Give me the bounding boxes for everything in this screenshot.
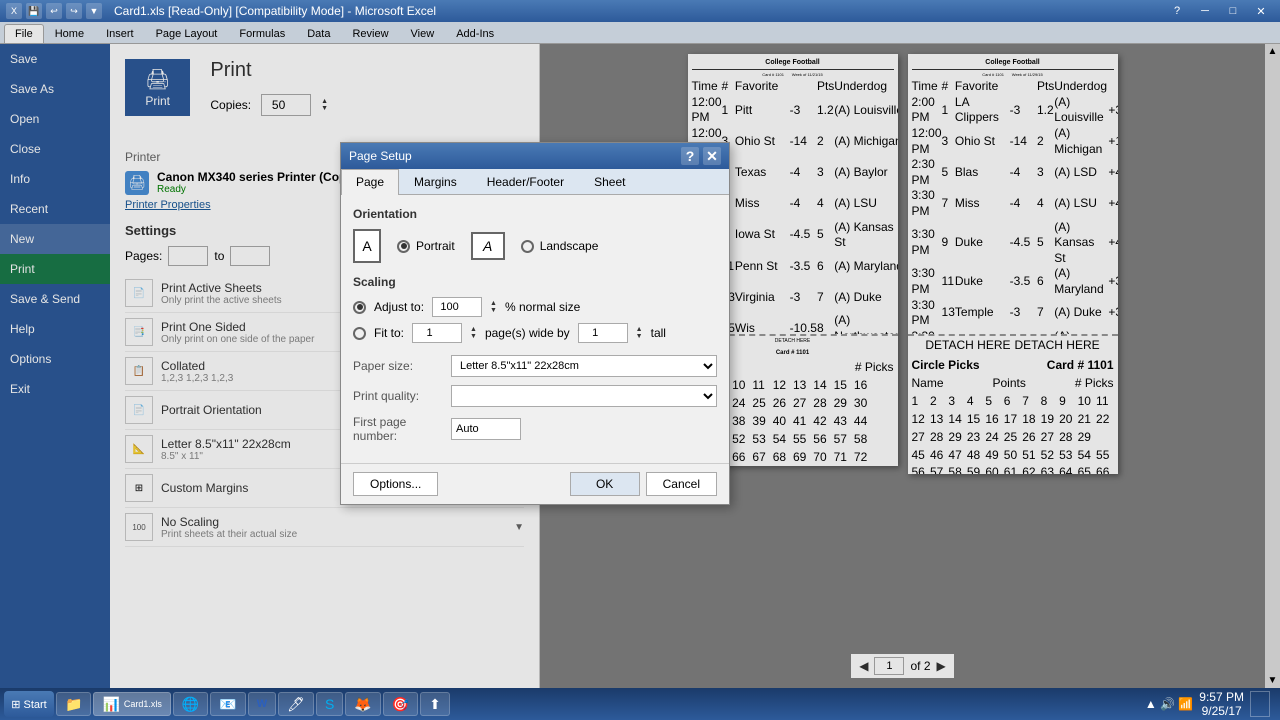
taskbar-app-skype[interactable]: S — [316, 692, 343, 716]
landscape-icon: A — [471, 232, 505, 260]
dialog-tab-page[interactable]: Page — [341, 169, 399, 195]
taskbar-app-word[interactable]: W — [248, 692, 276, 716]
fit-pages-input[interactable] — [412, 323, 462, 343]
fit-to-option: Fit to: ▲▼ page(s) wide by ▲▼ tall — [353, 323, 717, 343]
dialog-tabs: Page Margins Header/Footer Sheet — [341, 169, 729, 195]
taskbar-app-explorer[interactable]: 📁 — [56, 692, 91, 716]
dialog-overlay: Page Setup ? ✕ Page Margins Header/Foote… — [0, 22, 1280, 688]
fit-tall-input[interactable] — [578, 323, 628, 343]
start-button[interactable]: ⊞ Start — [4, 691, 54, 717]
adjust-to-radio[interactable] — [353, 301, 366, 314]
taskbar-app-powerpoint[interactable]: 🖊 — [278, 692, 314, 716]
paper-size-row: Paper size: Letter 8.5"x11" 22x28cm — [353, 355, 717, 377]
close-btn[interactable]: ✕ — [1248, 2, 1274, 20]
taskbar-app-outlook[interactable]: 📧 — [210, 692, 245, 716]
fit-tall-label: tall — [651, 326, 666, 340]
adjust-to-label: Adjust to: — [374, 300, 424, 314]
first-page-input[interactable] — [451, 418, 521, 440]
paper-size-select[interactable]: Letter 8.5"x11" 22x28cm — [451, 355, 717, 377]
titlebar: X 💾 ↩ ↪ ▼ Card1.xls [Read-Only] [Compati… — [0, 0, 1280, 22]
fit-pages-label: page(s) wide by — [485, 326, 570, 340]
print-quality-label: Print quality: — [353, 389, 443, 403]
orientation-title: Orientation — [353, 207, 717, 221]
orientation-row: A Portrait A Landscape — [353, 229, 717, 263]
show-desktop-btn[interactable] — [1250, 691, 1270, 717]
taskbar-right: ▲ 🔊 📶 9:57 PM 9/25/17 — [1145, 690, 1276, 718]
save-quick-icon[interactable]: 💾 — [26, 3, 42, 19]
fit-pages-spinner[interactable]: ▲▼ — [470, 326, 477, 340]
options-button[interactable]: Options... — [353, 472, 438, 496]
date-display: 9/25/17 — [1202, 704, 1242, 718]
paper-size-field-label: Paper size: — [353, 359, 443, 373]
taskbar-app-filezilla[interactable]: ⬆ — [420, 692, 450, 716]
portrait-radio[interactable] — [397, 240, 410, 253]
help-icon[interactable]: ? — [1164, 2, 1190, 20]
portrait-label: Portrait — [416, 239, 455, 253]
dialog-close-btn[interactable]: ✕ — [703, 147, 721, 165]
cancel-button[interactable]: Cancel — [646, 472, 717, 496]
system-tray: ▲ 🔊 📶 — [1145, 697, 1193, 711]
excel-icon: X — [6, 3, 22, 19]
dialog-footer: Options... OK Cancel — [341, 463, 729, 504]
maximize-btn[interactable]: □ — [1220, 2, 1246, 20]
dialog-help-btn[interactable]: ? — [681, 147, 699, 165]
dialog-tab-sheet[interactable]: Sheet — [579, 169, 640, 194]
print-quality-row: Print quality: — [353, 385, 717, 407]
fit-tall-spinner[interactable]: ▲▼ — [636, 326, 643, 340]
ok-button[interactable]: OK — [570, 472, 640, 496]
titlebar-left: X 💾 ↩ ↪ ▼ Card1.xls [Read-Only] [Compati… — [6, 3, 436, 19]
normal-size-label: % normal size — [505, 300, 580, 314]
more-icon[interactable]: ▼ — [86, 3, 102, 19]
landscape-label: Landscape — [540, 239, 599, 253]
taskbar: ⊞ Start 📁 📊Card1.xls 🌐 📧 W 🖊 S 🦊 🎯 ⬆ ▲ 🔊… — [0, 688, 1280, 720]
taskbar-apps: 📁 📊Card1.xls 🌐 📧 W 🖊 S 🦊 🎯 ⬆ — [56, 692, 1143, 716]
print-quality-select[interactable] — [451, 385, 717, 407]
scaling-title: Scaling — [353, 275, 717, 289]
adjust-to-input[interactable] — [432, 297, 482, 317]
minimize-btn[interactable]: ─ — [1192, 2, 1218, 20]
clock[interactable]: 9:57 PM 9/25/17 — [1199, 690, 1244, 718]
dialog-titlebar: Page Setup ? ✕ — [341, 143, 729, 169]
landscape-option[interactable]: Landscape — [521, 239, 599, 253]
taskbar-app-ie[interactable]: 🌐 — [173, 692, 208, 716]
taskbar-app-firefox[interactable]: 🦊 — [345, 692, 380, 716]
taskbar-app-chrome[interactable]: 🎯 — [383, 692, 418, 716]
adjust-to-option: Adjust to: ▲▼ % normal size — [353, 297, 717, 317]
fit-to-radio[interactable] — [353, 327, 366, 340]
portrait-option[interactable]: Portrait — [397, 239, 455, 253]
taskbar-app-excel[interactable]: 📊Card1.xls — [93, 692, 170, 716]
dialog-body: Orientation A Portrait A Landscape Sca — [341, 195, 729, 463]
adjust-spinner[interactable]: ▲▼ — [490, 300, 497, 314]
tray-icons: ▲ 🔊 📶 — [1145, 697, 1193, 711]
undo-icon[interactable]: ↩ — [46, 3, 62, 19]
landscape-radio[interactable] — [521, 240, 534, 253]
redo-icon[interactable]: ↪ — [66, 3, 82, 19]
first-page-label: First page number: — [353, 415, 443, 443]
dialog-title: Page Setup — [349, 149, 412, 163]
titlebar-controls[interactable]: ? ─ □ ✕ — [1164, 2, 1274, 20]
portrait-icon: A — [353, 229, 381, 263]
fit-to-label: Fit to: — [374, 326, 404, 340]
dialog-tab-header-footer[interactable]: Header/Footer — [472, 169, 579, 194]
orientation-section: Orientation A Portrait A Landscape — [353, 207, 717, 263]
dialog-tab-margins[interactable]: Margins — [399, 169, 472, 194]
page-setup-dialog: Page Setup ? ✕ Page Margins Header/Foote… — [340, 142, 730, 505]
scaling-section: Scaling Adjust to: ▲▼ % normal size Fit … — [353, 275, 717, 343]
app-title: Card1.xls [Read-Only] [Compatibility Mod… — [114, 4, 436, 18]
time-display: 9:57 PM — [1199, 690, 1244, 704]
first-page-row: First page number: — [353, 415, 717, 443]
